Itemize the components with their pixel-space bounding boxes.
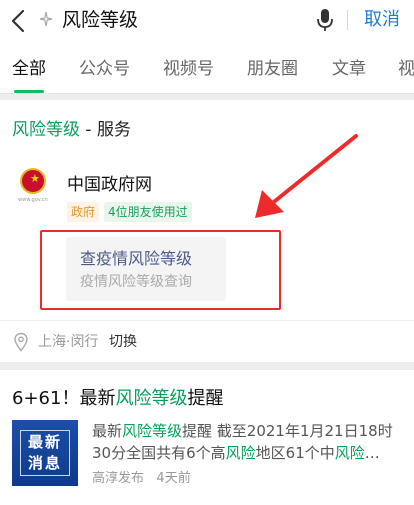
article-result-card[interactable]: 6+61！最新风险等级提醒 最新 消息 最新风险等级提醒 截至2021年1月21…	[0, 370, 414, 505]
location-text: 上海·闵行	[38, 334, 99, 350]
tab-video-partial[interactable]: 视	[398, 58, 414, 80]
badge-friends-used: 4位朋友使用过	[104, 202, 192, 222]
article-thumbnail[interactable]: 最新 消息	[12, 420, 78, 486]
search-input[interactable]: 风险等级	[62, 7, 138, 33]
tab-articles[interactable]: 文章	[332, 58, 366, 80]
back-arrow-icon[interactable]	[8, 6, 30, 36]
divider	[0, 320, 414, 321]
cancel-button[interactable]: 取消	[364, 7, 400, 33]
microphone-icon[interactable]	[315, 7, 335, 33]
tab-channels[interactable]: 视频号	[163, 58, 214, 80]
sparkle-icon	[39, 11, 53, 27]
location-pin-icon	[14, 332, 28, 352]
search-bar: 风险等级 取消	[0, 0, 414, 44]
annotation-highlight-box	[40, 230, 281, 310]
article-title[interactable]: 6+61！最新风险等级提醒	[12, 387, 223, 411]
section-heading: 风险等级 - 服务	[12, 120, 131, 140]
divider	[347, 10, 348, 30]
switch-location-button[interactable]: 切换	[109, 332, 137, 352]
article-source: 高淳发布	[92, 471, 145, 486]
tab-bar: 全部 公众号 视频号 朋友圈 文章 视	[0, 44, 414, 94]
article-time: 4天前	[156, 471, 191, 486]
tab-official-accounts[interactable]: 公众号	[79, 58, 130, 80]
active-tab-indicator	[14, 90, 44, 93]
article-snippet: 最新风险等级提醒 截至2021年1月21日18时30分全国共有6个高风险地区61…	[92, 422, 393, 462]
service-result-card: 风险等级 - 服务 ★ www.gov.cn 中国政府网 政府 4位朋友使用过 …	[0, 100, 414, 362]
account-name[interactable]: 中国政府网	[67, 174, 152, 196]
gov-emblem-logo[interactable]: ★ www.gov.cn	[16, 168, 50, 208]
badge-government: 政府	[67, 202, 100, 222]
article-meta: 高淳发布 4天前	[92, 470, 191, 488]
tab-all[interactable]: 全部	[12, 58, 46, 80]
national-emblem-icon: ★	[20, 168, 46, 194]
tab-moments[interactable]: 朋友圈	[247, 58, 298, 80]
